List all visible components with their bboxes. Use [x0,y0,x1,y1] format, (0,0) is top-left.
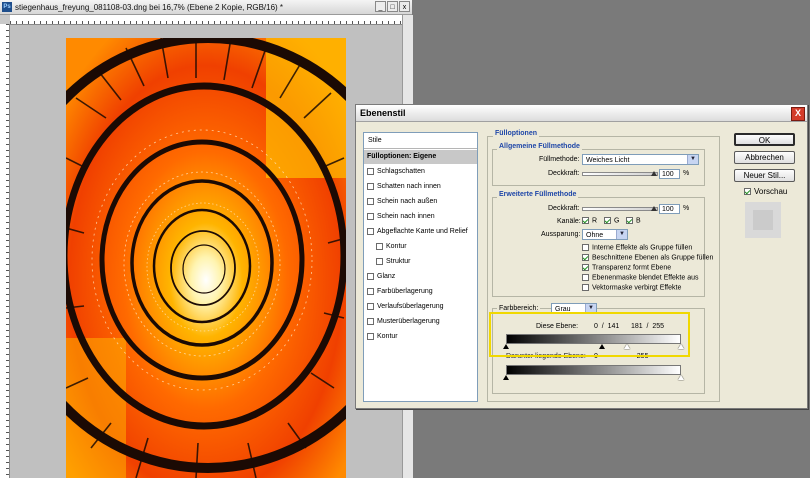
fill-opacity-unit: % [683,205,690,212]
blend-mode-select[interactable]: Weiches Licht ▼ [582,154,699,165]
option-checkbox[interactable] [582,264,589,271]
channel-b-checkbox[interactable] [626,217,633,224]
blend-mode-label: Füllmethode: [539,156,580,163]
style-checkbox[interactable] [367,167,374,175]
opacity-input[interactable]: 100 [659,169,680,179]
document-title: stiegenhaus_freyung_081108-03.dng bei 16… [15,2,284,12]
photoshop-icon: Ps [2,2,12,12]
fill-opacity-input[interactable]: 100 [659,204,680,214]
knockout-select[interactable]: Ohne ▼ [582,229,628,240]
document-window: Ps stiegenhaus_freyung_081108-03.dng bei… [0,0,413,478]
style-item-inner-glow[interactable]: Schein nach innen [364,210,477,224]
preview-toggle[interactable]: Vorschau [744,187,787,196]
option-checkbox[interactable] [582,274,589,281]
style-checkbox[interactable] [367,317,374,325]
channel-r[interactable]: R [582,217,597,224]
channel-b[interactable]: B [626,217,641,224]
document-title-bar[interactable]: Ps stiegenhaus_freyung_081108-03.dng bei… [0,0,412,15]
fill-opacity-slider[interactable] [582,207,658,211]
blend-if-label: Farbbereich: [497,305,541,312]
style-item-texture[interactable]: Struktur [364,255,477,269]
layer-style-dialog: Ebenenstil X Stile Fülloptionen: Eigene … [355,104,808,409]
style-item-color-overlay[interactable]: Farbüberlagerung [364,285,477,299]
spiral-staircase-image [66,38,346,478]
general-blending-title: Allgemeine Füllmethode [497,143,582,150]
style-preview-swatch [745,202,781,238]
style-checkbox[interactable] [376,257,383,265]
advanced-blending-title: Erweiterte Füllmethode [497,191,579,198]
channel-r-checkbox[interactable] [582,217,589,224]
style-checkbox[interactable] [367,302,374,310]
option-vector-mask-hides[interactable]: Vektormaske verbirgt Effekte [582,284,681,291]
style-preview-inner [753,210,773,230]
style-item-inner-shadow[interactable]: Schatten nach innen [364,180,477,194]
maximize-button[interactable]: □ [387,1,398,12]
new-style-button[interactable]: Neuer Stil... [734,169,795,182]
dialog-title-bar[interactable]: Ebenenstil X [356,105,807,122]
style-item-outer-glow[interactable]: Schein nach außen [364,195,477,209]
style-checkbox[interactable] [367,212,374,220]
option-transparency-shapes[interactable]: Transparenz formt Ebene [582,264,671,271]
style-item-stroke[interactable]: Kontur [364,330,477,344]
ok-button[interactable]: OK [734,133,795,146]
underlying-black-slider[interactable] [503,375,509,380]
opacity-slider[interactable] [582,172,658,176]
underlying-layer-gradient[interactable] [506,365,681,375]
horizontal-ruler[interactable] [10,15,402,25]
opacity-label: Deckkraft: [548,170,580,177]
style-checkbox[interactable] [367,272,374,280]
knockout-label: Aussparung: [541,231,581,238]
fill-opacity-label: Deckkraft: [548,205,580,212]
style-item-satin[interactable]: Glanz [364,270,477,284]
option-checkbox[interactable] [582,284,589,291]
style-item-bevel-emboss[interactable]: Abgeflachte Kante und Relief [364,225,477,239]
option-internal-effects[interactable]: Interne Effekte als Gruppe füllen [582,244,692,251]
style-item-pattern-overlay[interactable]: Musterüberlagerung [364,315,477,329]
preview-checkbox[interactable] [744,188,751,196]
channel-g[interactable]: G [604,217,619,224]
chevron-down-icon[interactable]: ▼ [616,230,627,239]
minimize-button[interactable]: _ [375,1,386,12]
option-checkbox[interactable] [582,254,589,261]
cancel-button[interactable]: Abbrechen [734,151,795,164]
window-controls: _ □ x [375,1,410,12]
style-checkbox[interactable] [367,332,374,340]
close-window-button[interactable]: x [399,1,410,12]
staircase-photo [66,38,346,478]
option-clipped-layers[interactable]: Beschnittene Ebenen als Gruppe füllen [582,254,713,261]
style-checkbox[interactable] [367,287,374,295]
style-checkbox[interactable] [367,227,374,235]
highlight-annotation [489,312,690,357]
option-layer-mask-hides[interactable]: Ebenenmaske blendet Effekte aus [582,274,699,281]
option-checkbox[interactable] [582,244,589,251]
style-item-fill-options[interactable]: Fülloptionen: Eigene [364,150,477,164]
styles-header[interactable]: Stile [364,133,477,149]
dialog-title: Ebenenstil [360,108,406,118]
underlying-white-slider[interactable] [678,375,684,380]
opacity-unit: % [683,170,690,177]
style-item-contour[interactable]: Kontur [364,240,477,254]
fill-opacity-slider-thumb[interactable] [651,206,657,211]
vertical-ruler[interactable] [0,24,10,478]
styles-list: Stile Fülloptionen: Eigene Schlagschatte… [363,132,478,402]
style-checkbox[interactable] [376,242,383,250]
style-checkbox[interactable] [367,197,374,205]
fill-options-title: Fülloptionen [493,130,539,137]
channels-label: Kanäle: [557,218,581,225]
style-item-gradient-overlay[interactable]: Verlaufsüberlagerung [364,300,477,314]
close-icon[interactable]: X [791,107,805,121]
chevron-down-icon[interactable]: ▼ [687,155,698,164]
opacity-slider-thumb[interactable] [651,171,657,176]
style-item-drop-shadow[interactable]: Schlagschatten [364,165,477,179]
style-checkbox[interactable] [367,182,374,190]
channel-g-checkbox[interactable] [604,217,611,224]
